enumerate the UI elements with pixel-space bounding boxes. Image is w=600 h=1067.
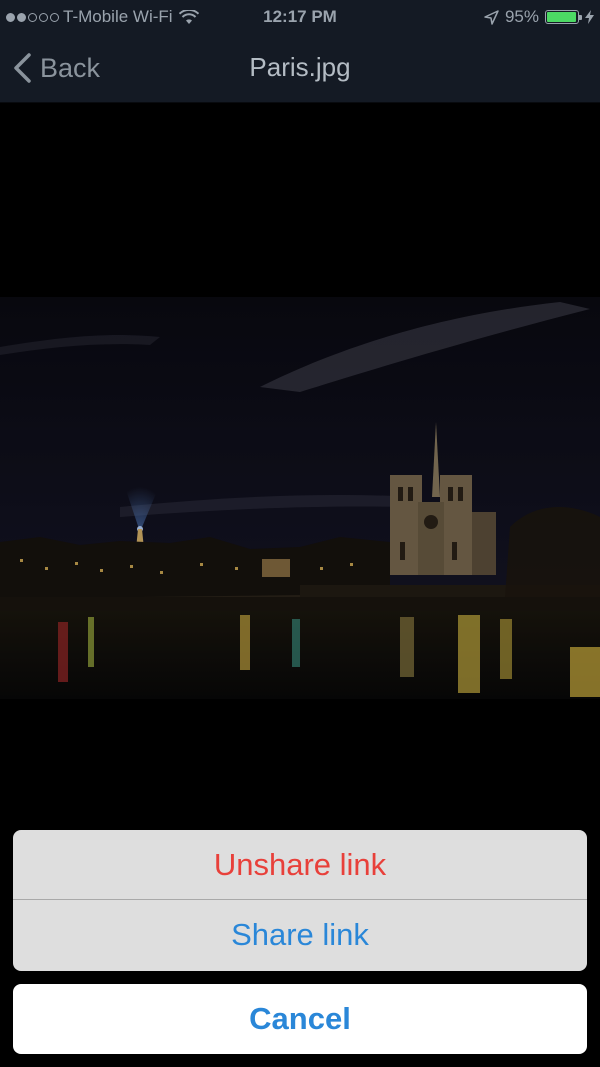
cancel-button[interactable]: Cancel bbox=[13, 984, 587, 1054]
unshare-link-button[interactable]: Unshare link bbox=[13, 830, 587, 900]
status-bar: T-Mobile Wi-Fi 12:17 PM 95% bbox=[0, 0, 600, 34]
battery-percent: 95% bbox=[504, 7, 539, 26]
action-sheet: Unshare link Share link bbox=[13, 830, 587, 971]
share-link-button[interactable]: Share link bbox=[13, 900, 587, 970]
navigation-bar: Back Paris.jpg bbox=[0, 34, 600, 103]
status-right: 95% bbox=[484, 7, 594, 27]
location-arrow-icon bbox=[484, 9, 499, 25]
battery-icon bbox=[545, 10, 582, 24]
page-title: Paris.jpg bbox=[249, 52, 351, 82]
charging-bolt-icon bbox=[585, 10, 594, 24]
